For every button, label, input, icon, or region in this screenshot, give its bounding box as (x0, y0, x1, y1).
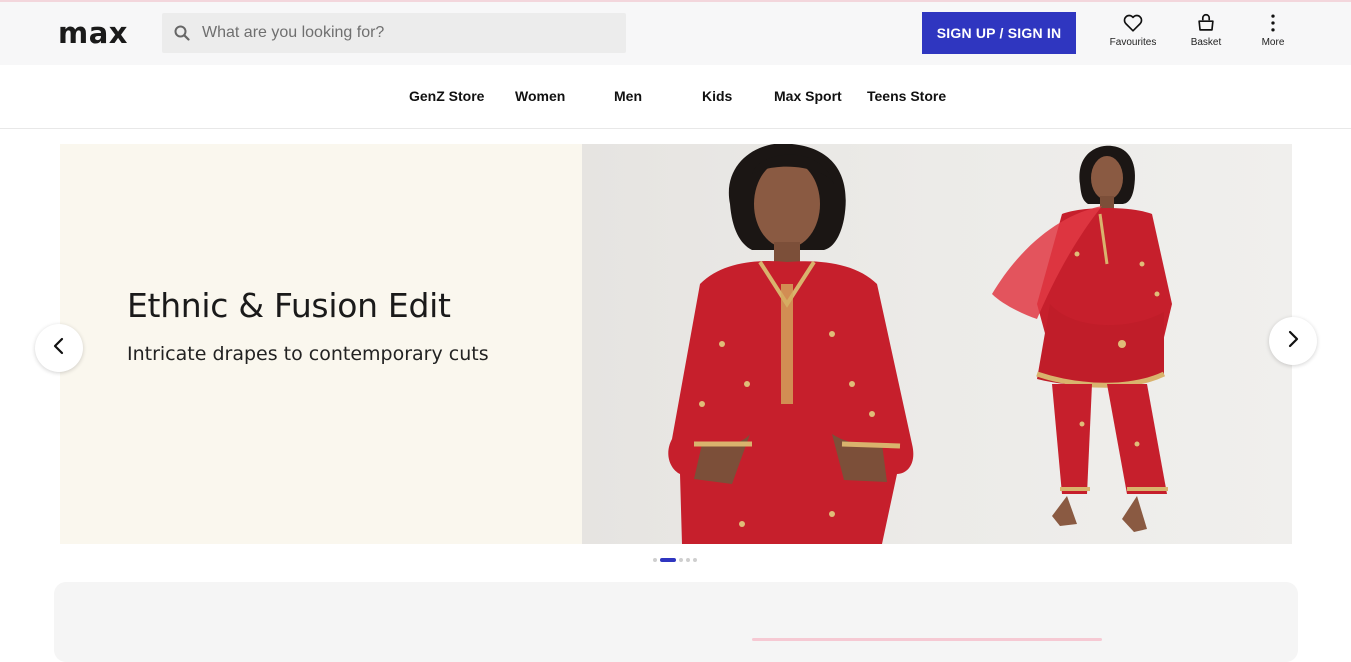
more-label: More (1261, 37, 1285, 48)
carousel-dot[interactable] (693, 557, 697, 562)
search-icon (162, 13, 202, 53)
more-button[interactable]: More (1238, 12, 1308, 56)
carousel-next-button[interactable] (1269, 317, 1317, 365)
nav-item-kids[interactable]: Kids (702, 88, 732, 104)
search-bar[interactable] (162, 13, 626, 53)
carousel-prev-button[interactable] (35, 324, 83, 372)
favourites-label: Favourites (1109, 37, 1157, 48)
search-input[interactable] (202, 14, 602, 52)
carousel-dot[interactable] (686, 557, 690, 562)
content-panel (54, 582, 1298, 662)
panel-accent-strip (752, 638, 1102, 641)
nav-item-teens-store[interactable]: Teens Store (867, 88, 946, 104)
more-vertical-icon (1262, 12, 1284, 34)
signup-signin-button[interactable]: SIGN UP / SIGN IN (922, 12, 1076, 54)
heart-icon (1122, 12, 1144, 34)
favourites-button[interactable]: Favourites (1098, 12, 1168, 56)
banner-photo (582, 144, 1292, 544)
basket-button[interactable]: Basket (1171, 12, 1241, 56)
carousel-dot[interactable] (679, 557, 683, 562)
banner-subtitle: Intricate drapes to contemporary cuts (127, 343, 489, 365)
carousel-dot[interactable] (653, 557, 657, 562)
banner-copy: Ethnic & Fusion Edit Intricate drapes to… (127, 286, 489, 365)
category-nav: GenZ Store Women Men Kids Max Sport Teen… (0, 65, 1351, 129)
chevron-right-icon (1284, 330, 1302, 353)
chevron-left-icon (50, 337, 68, 360)
models-illustration (668, 144, 1172, 544)
nav-item-genz-store[interactable]: GenZ Store (409, 88, 484, 104)
carousel-indicator (653, 557, 697, 562)
nav-item-men[interactable]: Men (614, 88, 642, 104)
basket-icon (1195, 12, 1217, 34)
basket-label: Basket (1190, 37, 1222, 48)
max-logo[interactable]: max (58, 18, 128, 48)
nav-item-women[interactable]: Women (515, 88, 565, 104)
site-header: max SIGN UP / SIGN IN Favourites Basket … (0, 2, 1351, 65)
banner-title: Ethnic & Fusion Edit (127, 286, 451, 325)
carousel-dot-active[interactable] (660, 557, 676, 562)
hero-banner[interactable]: Ethnic & Fusion Edit Intricate drapes to… (60, 144, 1292, 544)
nav-item-max-sport[interactable]: Max Sport (774, 88, 842, 104)
